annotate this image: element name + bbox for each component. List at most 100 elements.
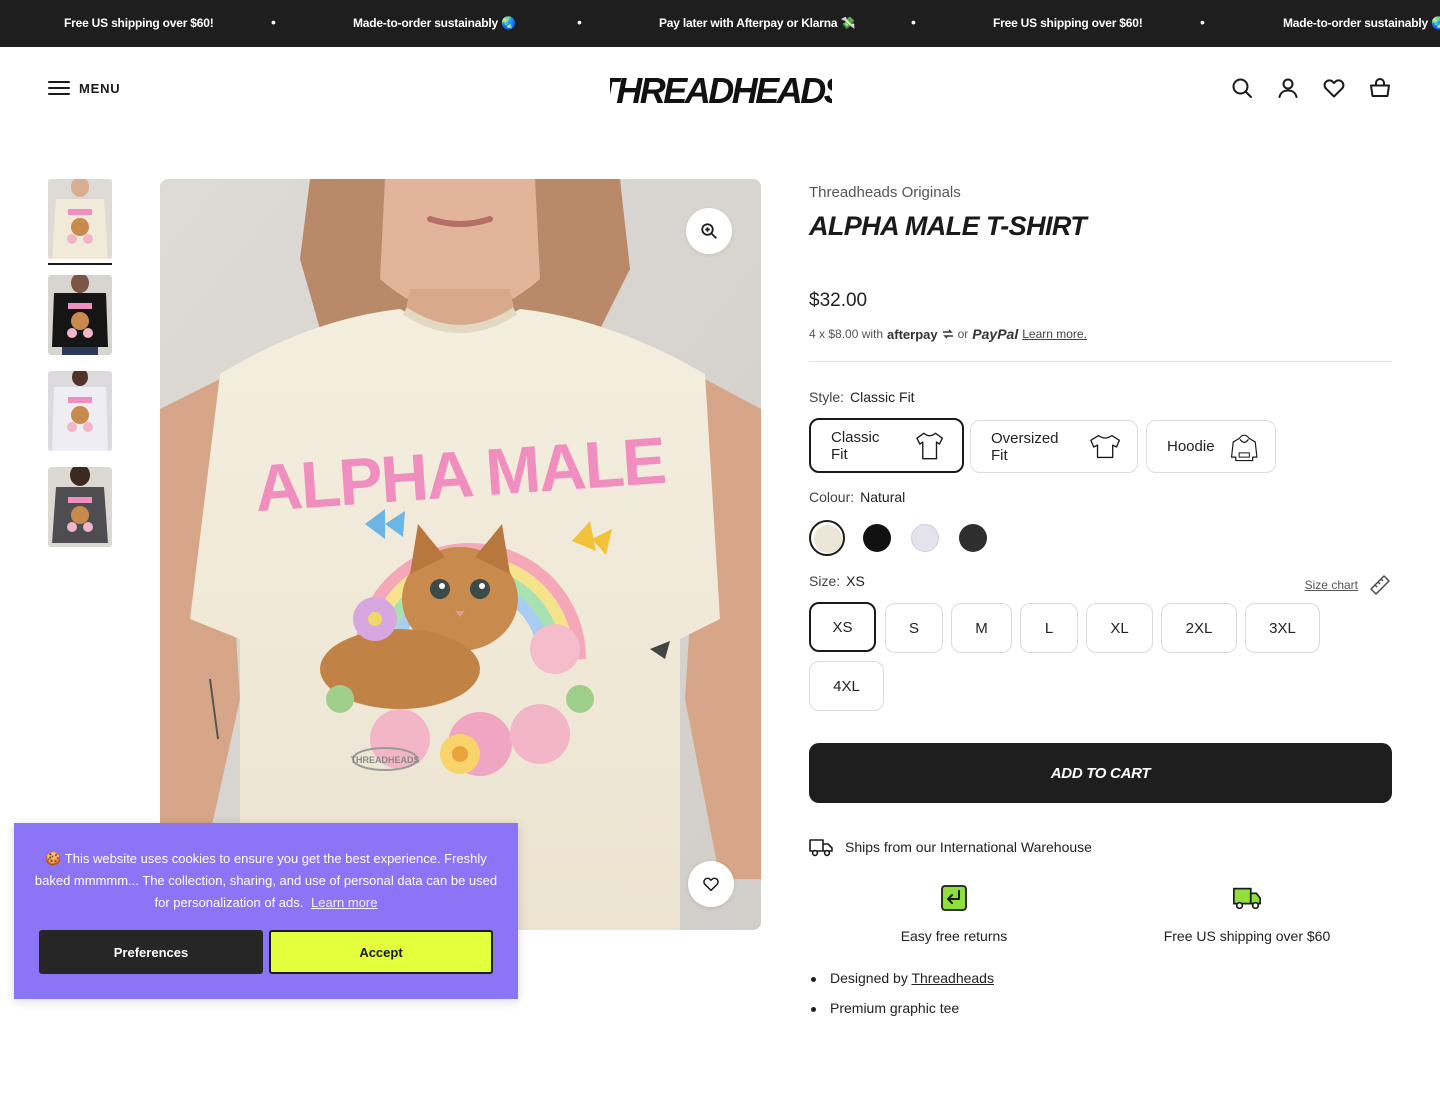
thumbnail-black[interactable] <box>48 275 112 355</box>
product-main-image[interactable]: ALPHA MALE THREADHEADS <box>160 179 761 930</box>
truck-icon <box>809 839 833 857</box>
swatch-color <box>959 524 987 552</box>
designer-link[interactable]: Threadheads <box>911 970 994 986</box>
colour-swatch-natural[interactable] <box>809 520 845 556</box>
announcement-message: Free US shipping over $60! <box>993 16 1143 30</box>
paypal-logo: PayPal <box>972 326 1019 342</box>
thumbnail-natural[interactable] <box>48 179 112 265</box>
bullet-item: Premium graphic tee <box>809 1000 994 1016</box>
colour-swatch-charcoal[interactable] <box>955 520 991 556</box>
installment-text: 4 x $8.00 with <box>809 327 884 341</box>
cookie-message: 🍪 This website uses cookies to ensure yo… <box>32 848 500 914</box>
wishlist-icon[interactable] <box>1322 76 1346 100</box>
product-photo: ALPHA MALE THREADHEADS <box>160 179 761 930</box>
size-option-xl[interactable]: XL <box>1086 603 1153 653</box>
swatch-color <box>863 524 891 552</box>
tshirt-icon <box>915 432 943 459</box>
product-description: Designed by Threadheads Premium graphic … <box>809 970 1409 1022</box>
bullet-designed-by-text: Designed by <box>830 970 908 986</box>
ships-from: Ships from our International Warehouse <box>809 837 1092 857</box>
cookie-emoji: 🍪 <box>45 851 62 866</box>
site-header: MENU THREADHEADS <box>0 47 1440 131</box>
thumbnail-list <box>48 179 112 563</box>
size-chart-link[interactable]: Size chart <box>1305 573 1392 597</box>
menu-button[interactable]: MENU <box>48 80 120 96</box>
image-wishlist-button[interactable] <box>688 861 734 907</box>
style-option-label: Oversized Fit <box>991 429 1059 464</box>
oversized-tshirt-icon <box>1089 434 1120 458</box>
cookie-preferences-button[interactable]: Preferences <box>39 930 263 974</box>
cart-icon[interactable] <box>1368 76 1392 100</box>
announcement-message: Made-to-order sustainably 🌏 <box>353 16 516 30</box>
size-option-xs[interactable]: XS <box>809 602 876 652</box>
installment-info: 4 x $8.00 with afterpay or PayPal Learn … <box>809 326 1087 342</box>
announcement-message: Pay later with Afterpay or Klarna 💸 <box>659 16 856 30</box>
thumbnail-white[interactable] <box>48 371 112 451</box>
size-option-m[interactable]: M <box>951 603 1012 653</box>
style-option-hoodie[interactable]: Hoodie <box>1146 420 1276 473</box>
thumbnail-image <box>48 371 112 451</box>
colour-selected-value: Natural <box>860 489 906 505</box>
cookie-banner: 🍪 This website uses cookies to ensure yo… <box>14 823 518 999</box>
thumbnail-image <box>48 179 112 259</box>
print-tag: THREADHEADS <box>350 755 419 765</box>
size-label: Size: XS <box>809 573 865 589</box>
style-label: Style: Classic Fit <box>809 389 915 405</box>
style-option-classic-fit[interactable]: Classic Fit <box>809 418 964 473</box>
size-option-3xl[interactable]: 3XL <box>1245 603 1320 653</box>
perk-shipping: Free US shipping over $60 <box>1102 883 1392 944</box>
account-icon[interactable] <box>1276 76 1300 100</box>
thumbnail-image <box>48 467 112 547</box>
announcement-message: Made-to-order sustainably 🌏 <box>1283 16 1440 30</box>
colour-swatch-white[interactable] <box>907 520 943 556</box>
size-option-4xl[interactable]: 4XL <box>809 661 884 711</box>
returns-icon <box>941 885 967 911</box>
menu-label: MENU <box>79 80 121 96</box>
colour-label-text: Colour: <box>809 489 855 505</box>
perk-shipping-text: Free US shipping over $60 <box>1163 928 1331 944</box>
cookie-learn-more-link[interactable]: Learn more <box>311 895 377 910</box>
description-bullets: Designed by Threadheads Premium graphic … <box>809 970 994 1022</box>
search-icon[interactable] <box>1230 76 1254 100</box>
product-title: ALPHA MALE T-SHIRT <box>809 211 1087 241</box>
afterpay-logo: afterpay <box>887 326 938 342</box>
size-option-s[interactable]: S <box>885 603 943 653</box>
swatch-color <box>814 525 842 553</box>
zoom-button[interactable] <box>686 208 732 254</box>
size-label-text: Size: <box>809 573 841 589</box>
afterpay-arrows-icon <box>942 329 953 339</box>
size-option-l[interactable]: L <box>1020 603 1078 653</box>
installment-or: or <box>957 327 969 341</box>
zoom-in-icon <box>701 223 717 239</box>
size-selected-value: XS <box>846 573 865 589</box>
swatch-color <box>911 524 939 552</box>
cookie-accept-button[interactable]: Accept <box>269 930 493 974</box>
hamburger-icon <box>48 80 70 96</box>
divider <box>809 361 1392 362</box>
announcement-separator: • <box>911 14 916 30</box>
size-option-2xl[interactable]: 2XL <box>1161 603 1237 653</box>
perk-returns-text: Easy free returns <box>900 928 1008 944</box>
product-vendor[interactable]: Threadheads Originals <box>809 184 1392 201</box>
thumbnail-image <box>48 275 112 355</box>
shipping-truck-icon <box>1233 887 1261 910</box>
hoodie-icon <box>1230 434 1258 461</box>
site-logo[interactable]: THREADHEADS <box>610 67 832 111</box>
announcement-separator: • <box>577 14 582 30</box>
announcement-separator: • <box>1200 14 1205 30</box>
product-info: Threadheads Originals ALPHA MALE T-SHIRT… <box>809 179 1392 944</box>
colour-label: Colour: Natural <box>809 489 905 505</box>
product-price: $32.00 <box>809 290 868 311</box>
add-to-cart-button[interactable]: ADD TO CART <box>809 743 1392 803</box>
style-label-text: Style: <box>809 389 845 405</box>
ruler-icon <box>1370 575 1390 595</box>
learn-more-link[interactable]: Learn more. <box>1022 327 1087 341</box>
style-selected-value: Classic Fit <box>850 389 915 405</box>
announcement-message: Free US shipping over $60! <box>64 16 214 30</box>
thumbnail-charcoal[interactable] <box>48 467 112 547</box>
style-option-oversized-fit[interactable]: Oversized Fit <box>970 420 1138 473</box>
style-option-label: Hoodie <box>1167 438 1215 455</box>
perk-returns: Easy free returns <box>809 883 1099 944</box>
colour-swatch-black[interactable] <box>859 520 895 556</box>
cookie-text: This website uses cookies to ensure you … <box>34 851 498 910</box>
